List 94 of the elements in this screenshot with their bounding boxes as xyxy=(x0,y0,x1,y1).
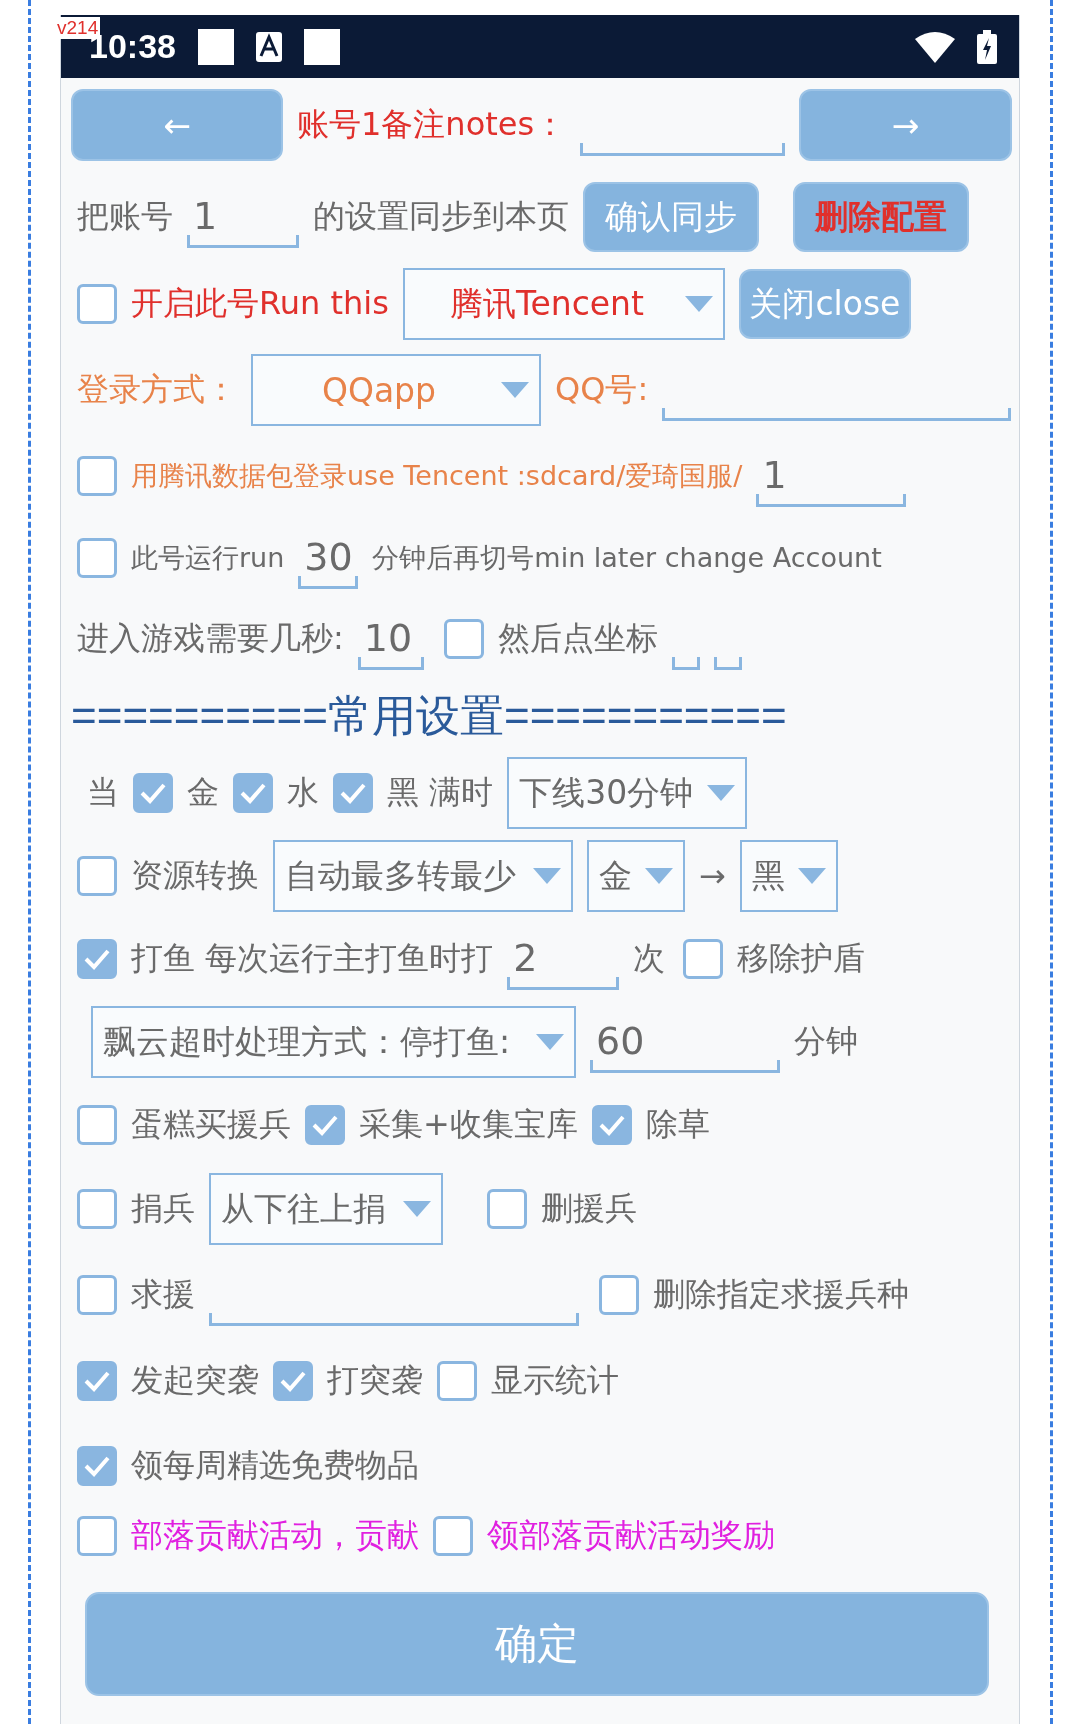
label: 部落贡献活动，贡献 xyxy=(131,1515,419,1556)
label: 用腾讯数据包登录use Tencent :sdcard/爱琦国服/ xyxy=(131,459,743,493)
dropdown[interactable]: 从下往上捐 xyxy=(209,1173,443,1245)
label: 的设置同步到本页 xyxy=(313,196,569,237)
section-title: ==========常用设置=========== xyxy=(71,689,787,742)
label: 打鱼 每次运行主打鱼时打 xyxy=(131,938,494,979)
dropdown-arrow-icon xyxy=(536,1034,564,1050)
label: 然后点坐标 xyxy=(497,618,658,659)
checkbox[interactable] xyxy=(683,939,724,979)
checkbox[interactable] xyxy=(77,1189,117,1229)
dropdown[interactable]: 下线30分钟 xyxy=(507,757,748,829)
battery-icon xyxy=(977,29,997,64)
checkbox[interactable] xyxy=(273,1361,313,1401)
label: 黑 满时 xyxy=(387,772,494,813)
dropdown[interactable]: 自动最多转最少 xyxy=(273,840,573,912)
input-field[interactable]: 1 xyxy=(187,186,299,248)
label: 领每周精选免费物品 xyxy=(131,1445,419,1486)
dropdown-arrow-icon xyxy=(403,1201,431,1217)
label: 水 xyxy=(287,772,319,813)
label: → xyxy=(699,857,726,895)
dropdown-arrow-icon xyxy=(501,382,529,398)
checkbox[interactable] xyxy=(77,856,117,896)
label: 除草 xyxy=(645,1104,710,1145)
input-field[interactable]: 60 xyxy=(590,1011,780,1073)
label: 发起突袭 xyxy=(131,1360,259,1401)
label: 分钟后再切号min later change Account xyxy=(372,541,882,575)
checkbox[interactable] xyxy=(77,456,117,496)
check-icon xyxy=(239,782,267,804)
dropdown[interactable]: 飘云超时处理方式：停打鱼: xyxy=(91,1006,576,1078)
label: 捐兵 xyxy=(131,1188,195,1229)
check-icon xyxy=(279,1370,307,1392)
check-icon xyxy=(83,948,111,970)
label: 显示统计 xyxy=(491,1360,619,1401)
dropdown[interactable]: 金 xyxy=(587,840,685,912)
label: 进入游戏需要几秒: xyxy=(77,618,344,659)
input-field[interactable]: 10 xyxy=(357,608,424,670)
dropdown-arrow-icon xyxy=(707,785,736,801)
dropdown-arrow-icon xyxy=(797,868,826,884)
label: 当 xyxy=(87,772,119,813)
checkbox[interactable] xyxy=(443,619,484,659)
checkbox[interactable] xyxy=(305,1105,345,1145)
label: 金 xyxy=(187,772,219,813)
checkbox[interactable] xyxy=(487,1189,527,1229)
dropdown[interactable]: QQapp xyxy=(251,354,541,426)
label: 删除指定求援兵种 xyxy=(653,1274,909,1315)
check-icon xyxy=(597,1114,626,1136)
dropdown-arrow-icon xyxy=(645,868,673,884)
font-icon xyxy=(255,31,282,62)
checkbox[interactable] xyxy=(433,1516,473,1556)
label: 账号1备注notes： xyxy=(297,104,567,145)
input-field[interactable]: 1 xyxy=(756,445,907,507)
label: 领部落贡献活动奖励 xyxy=(487,1515,775,1556)
dropdown-arrow-icon xyxy=(533,868,561,884)
checkbox[interactable] xyxy=(591,1105,632,1145)
checkbox[interactable] xyxy=(77,284,117,324)
notification-icon xyxy=(303,28,340,65)
checkbox[interactable] xyxy=(77,1516,117,1556)
check-icon xyxy=(83,1455,111,1477)
label: 分钟 xyxy=(794,1021,858,1062)
dropdown[interactable]: 黑 xyxy=(739,840,838,912)
check-icon xyxy=(139,782,167,804)
label: 把账号 xyxy=(77,196,173,237)
checkbox[interactable] xyxy=(77,939,117,979)
dropdown[interactable]: 腾讯Tencent xyxy=(402,268,725,340)
label: QQ号: xyxy=(555,369,649,410)
input-field[interactable]: 30 xyxy=(298,527,359,589)
input-field[interactable]: 2 xyxy=(507,928,620,990)
label: 次 xyxy=(633,938,666,979)
label: 登录方式： xyxy=(77,369,237,410)
checkbox[interactable] xyxy=(333,773,373,813)
wifi-icon xyxy=(915,30,955,63)
label: 打突袭 xyxy=(327,1360,423,1401)
checkbox[interactable] xyxy=(437,1361,477,1401)
checkbox[interactable] xyxy=(599,1275,639,1315)
checkbox[interactable] xyxy=(77,1446,117,1486)
checkbox[interactable] xyxy=(77,1361,117,1401)
label: 蛋糕买援兵 xyxy=(131,1104,291,1145)
checkbox[interactable] xyxy=(77,1275,117,1315)
label: 开启此号Run this xyxy=(131,283,389,324)
dropdown-arrow-icon xyxy=(684,296,713,312)
checkbox[interactable] xyxy=(77,1105,117,1145)
label: 删援兵 xyxy=(541,1188,637,1229)
label: 此号运行run xyxy=(131,541,285,575)
label: 资源转换 xyxy=(131,855,259,896)
checkbox[interactable] xyxy=(133,773,173,813)
check-icon xyxy=(311,1114,339,1136)
label: 采集+收集宝库 xyxy=(359,1104,578,1145)
label: 求援 xyxy=(131,1274,195,1315)
checkbox[interactable] xyxy=(77,538,117,578)
check-icon xyxy=(83,1370,111,1392)
check-icon xyxy=(339,782,367,804)
label: 移除护盾 xyxy=(737,938,866,979)
checkbox[interactable] xyxy=(233,773,273,813)
notification-icon xyxy=(197,28,234,65)
